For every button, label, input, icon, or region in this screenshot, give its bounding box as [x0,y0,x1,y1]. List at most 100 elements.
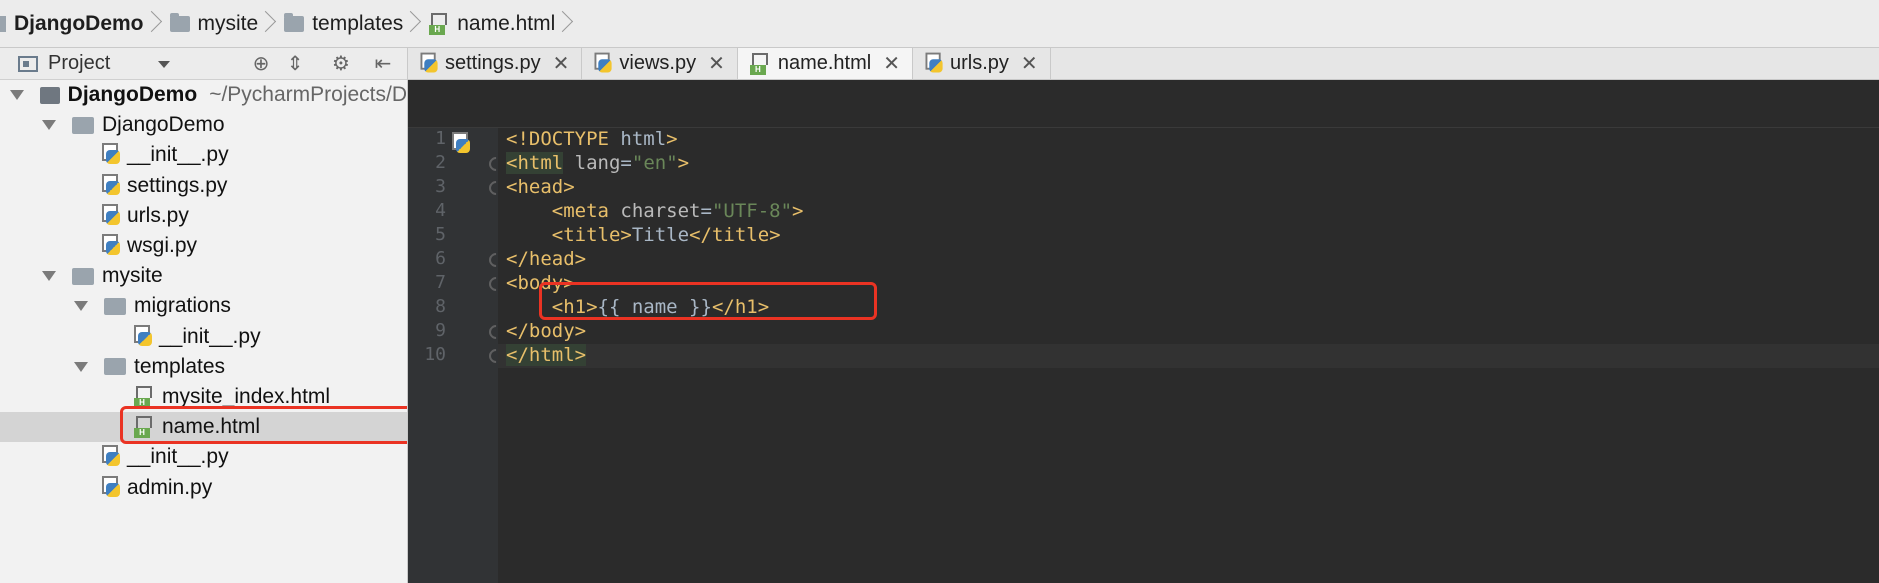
line-number: 9 [435,320,446,341]
line-number: 5 [435,224,446,245]
tree-item[interactable]: DjangoDemo [0,110,407,140]
line-number: 3 [435,176,446,197]
tree-item-label: settings.py [127,173,228,197]
tree-item[interactable]: __init__.py [0,442,407,472]
chevron-down-icon[interactable] [74,361,88,372]
code-line[interactable]: </head> [506,248,586,270]
chevron-down-icon[interactable] [42,271,56,282]
tree-item-label: DjangoDemo [102,113,225,137]
python-file-icon [102,203,122,228]
breadcrumb-djangodemo[interactable]: DjangoDemo [0,0,144,48]
html-file-icon: H [134,385,154,408]
breadcrumb-name-html[interactable]: H name.html [429,0,555,48]
python-file-icon [102,445,122,469]
folder-icon [104,297,126,315]
python-file-icon [594,52,614,75]
project-panel-header: Project ⊕ ⇕ ⚙ ⇤ [0,48,407,80]
close-icon[interactable]: ✕ [708,51,725,76]
folder-icon [72,116,94,134]
python-file-icon [420,52,440,75]
tree-item-label: DjangoDemo [67,83,198,107]
python-file-icon [102,475,122,500]
code-line[interactable]: <!DOCTYPE html> [506,128,678,150]
chevron-right-icon [409,0,423,48]
project-view-selector[interactable]: Project [48,52,110,75]
tree-item-label: admin.py [127,475,213,499]
folder-icon [0,15,6,32]
tree-item[interactable]: mysite [0,261,407,291]
tab-name-html[interactable]: H name.html ✕ [737,48,913,79]
tab-settings-py[interactable]: settings.py ✕ [408,48,583,79]
line-number-gutter: 1 2 3 4 5 6 7 8 9 10 [408,128,498,583]
line-number: 10 [424,344,446,365]
line-number: 4 [435,200,446,221]
tree-item-label: templates [134,354,226,378]
tree-item-label: urls.py [127,203,189,227]
editor-breadcrumb-strip [408,80,1879,128]
folder-icon [169,12,190,32]
tab-views-py[interactable]: views.py ✕ [582,48,738,79]
breadcrumb-mysite[interactable]: mysite [169,0,258,48]
code-line[interactable]: </body> [506,320,586,342]
chevron-right-icon [561,0,575,48]
highlight-box-h1-line [539,282,877,320]
python-file-icon [102,234,122,258]
tree-item[interactable]: __init__.py [0,322,407,352]
close-icon[interactable]: ✕ [883,51,900,76]
tree-item[interactable]: urls.py [0,201,407,231]
tree-item-label: mysite [102,264,163,288]
python-file-icon [134,324,154,349]
highlight-box-name-html [120,406,407,444]
project-view-icon [18,55,38,72]
tree-item[interactable]: DjangoDemo ~/PycharmProjects/D [0,80,407,110]
project-panel: Project ⊕ ⇕ ⚙ ⇤ DjangoDemo ~/PycharmProje… [0,48,408,583]
tab-urls-py[interactable]: urls.py ✕ [913,48,1051,79]
line-number: 7 [435,272,446,293]
chevron-right-icon [150,0,164,48]
close-icon[interactable]: ✕ [553,51,570,76]
tree-item[interactable]: templates [0,352,407,382]
chevron-down-icon[interactable] [74,301,88,312]
current-line-highlight [498,344,1879,368]
gear-icon[interactable]: ⚙ [330,54,352,76]
code-editor[interactable]: 1 2 3 4 5 6 7 8 9 10 <!DOCTYPE html> <html lang="e… [408,128,1879,583]
html-file-icon: H [749,52,770,75]
chevron-right-icon [264,0,278,48]
folder-icon [104,358,126,376]
tree-item-label: migrations [134,294,231,318]
python-file-icon [452,132,472,156]
python-file-icon [102,173,122,198]
chevron-down-icon[interactable] [42,120,56,131]
tree-item-label: __init__.py [127,445,229,469]
python-file-icon [925,52,944,75]
chevron-down-icon[interactable] [158,61,170,68]
tree-item-label: __init__.py [127,143,229,167]
folder-icon [40,86,60,104]
tree-item[interactable]: settings.py [0,171,407,201]
pin-icon[interactable]: ⇤ [372,54,394,76]
tab-bar-filler [1050,48,1879,79]
code-line[interactable]: <meta charset="UTF-8"> [506,200,804,222]
tree-item[interactable]: admin.py [0,472,407,502]
tree-item[interactable]: __init__.py [0,140,407,170]
tree-item[interactable]: migrations [0,291,407,321]
python-file-icon [102,143,122,167]
tree-item-path: ~/PycharmProjects/D [209,83,407,107]
chevron-down-icon[interactable] [10,90,24,101]
line-number: 8 [435,296,446,317]
line-number: 1 [435,128,446,149]
editor-tabs: settings.py ✕ views.py ✕ H name.html ✕ u… [408,48,1879,80]
code-line[interactable]: <head> [506,176,575,198]
line-number: 2 [435,152,446,173]
tree-item-label: wsgi.py [127,234,198,258]
breadcrumb-templates[interactable]: templates [284,0,403,48]
target-icon[interactable]: ⊕ [250,54,272,76]
tree-item[interactable]: wsgi.py [0,231,407,261]
tree-item-label: __init__.py [159,324,261,348]
collapse-icon[interactable]: ⇕ [284,54,306,76]
code-line[interactable]: <html lang="en"> [506,152,689,174]
code-line[interactable]: </html> [506,344,587,366]
folder-icon [284,12,305,32]
code-line[interactable]: <title>Title</title> [506,224,781,246]
close-icon[interactable]: ✕ [1021,51,1038,76]
